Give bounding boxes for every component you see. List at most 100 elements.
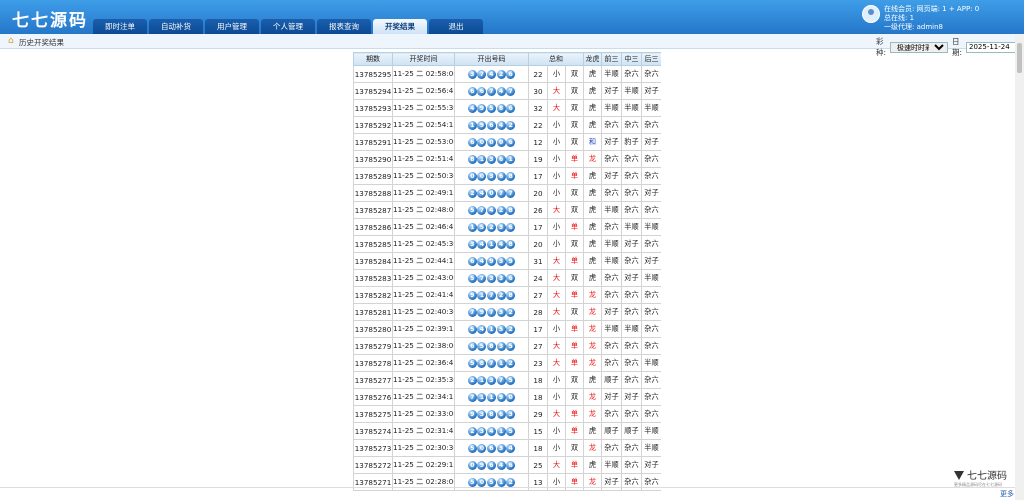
number-ball: 7 [467, 308, 477, 317]
tab-0[interactable]: 即时注单 [93, 19, 147, 34]
mid3-cell: 杂六 [621, 201, 642, 219]
sum-cell: 32 [528, 99, 548, 117]
dragon-tiger-cell: 虎 [583, 65, 602, 83]
number-ball: 8 [496, 104, 506, 113]
sum-cell: 24 [528, 269, 548, 287]
number-ball: 1 [477, 393, 487, 402]
col-draw-time: 开奖时间 [392, 52, 455, 66]
number-ball: 0 [477, 138, 487, 147]
period-cell: 13785276 [353, 388, 393, 406]
period-cell: 13785288 [353, 184, 393, 202]
lottery-label: 彩种: [876, 37, 887, 57]
numbers-cell: 24077 [454, 184, 529, 202]
dragon-tiger-cell: 虎 [583, 269, 602, 287]
scrollbar-thumb[interactable] [1017, 43, 1022, 73]
avatar [862, 5, 880, 23]
parity-cell: 双 [565, 371, 584, 389]
tab-3[interactable]: 个人管理 [261, 19, 315, 34]
number-ball: 0 [506, 393, 516, 402]
mid3-cell: 顺子 [621, 422, 642, 440]
parity-cell: 单 [565, 354, 584, 372]
numbers-cell: 34148 [454, 235, 529, 253]
number-ball: 8 [506, 291, 516, 300]
dragon-tiger-cell: 和 [583, 133, 602, 151]
tab-2[interactable]: 用户管理 [205, 19, 259, 34]
dragon-tiger-cell: 虎 [583, 116, 602, 134]
front3-cell: 杂六 [601, 184, 622, 202]
number-ball: 5 [506, 376, 516, 385]
number-ball: 5 [467, 325, 477, 334]
period-cell: 13785277 [353, 371, 393, 389]
tab-5[interactable]: 开奖结果 [373, 19, 427, 34]
number-ball: 6 [496, 172, 506, 181]
back3-cell: 对子 [641, 82, 661, 100]
number-ball: 2 [496, 70, 506, 79]
page-scrollbar[interactable] [1015, 35, 1024, 500]
front3-cell: 杂六 [601, 116, 622, 134]
number-ball: 3 [467, 70, 477, 79]
number-ball: 8 [477, 359, 487, 368]
sum-cell: 30 [528, 82, 548, 100]
parity-cell: 双 [565, 82, 584, 100]
size-cell: 大 [547, 456, 566, 474]
back3-cell: 杂六 [641, 371, 661, 389]
number-ball: 7 [496, 376, 506, 385]
number-ball: 9 [477, 104, 487, 113]
sum-cell: 29 [528, 405, 548, 423]
size-cell: 大 [547, 201, 566, 219]
page-toolbar: ⌂ 历史开奖结果 彩种: 极速时时彩 日期: [0, 34, 1024, 57]
back3-cell: 杂六 [641, 116, 661, 134]
number-ball: 6 [487, 461, 496, 470]
front3-cell: 半顺 [601, 320, 622, 338]
parity-cell: 单 [565, 405, 584, 423]
period-cell: 13785284 [353, 252, 393, 270]
draw-time-cell: 11-25 二 02:49:15 [392, 184, 455, 202]
number-ball: 5 [467, 478, 477, 487]
dragon-tiger-cell: 虎 [583, 184, 602, 202]
table-row: 13785275 11-25 二 02:33:00 9 3 8 6 3 29 大单龙杂六 杂六 杂六 [353, 405, 661, 423]
number-ball: 3 [477, 410, 487, 419]
front3-cell: 半顺 [601, 65, 622, 83]
number-ball: 1 [496, 427, 506, 436]
number-ball: 4 [477, 257, 487, 266]
sum-cell: 27 [528, 286, 548, 304]
number-ball: 0 [467, 461, 477, 470]
period-cell: 13785295 [353, 65, 393, 83]
parity-cell: 双 [565, 116, 584, 134]
tab-1[interactable]: 自动补货 [149, 19, 203, 34]
more-link[interactable]: 更多 [1000, 489, 1014, 499]
numbers-cell: 15236 [454, 218, 529, 236]
col-numbers: 开出号码 [454, 52, 529, 66]
number-ball: 4 [477, 325, 487, 334]
period-cell: 13785294 [353, 82, 393, 100]
period-cell: 13785273 [353, 439, 393, 457]
numbers-cell: 19642 [454, 116, 529, 134]
back3-cell: 杂六 [641, 167, 661, 185]
number-ball: 5 [467, 274, 477, 283]
number-ball: 5 [477, 342, 487, 351]
period-cell: 13785274 [353, 422, 393, 440]
lottery-select[interactable]: 极速时时彩 [890, 41, 948, 53]
sum-cell: 15 [528, 422, 548, 440]
number-ball: 3 [477, 427, 487, 436]
size-cell: 大 [547, 82, 566, 100]
table-row: 13785290 11-25 二 02:51:45 8 1 3 6 1 19 小单龙杂六 杂六 杂六 [353, 150, 661, 168]
number-ball: 4 [487, 427, 496, 436]
back3-cell: 半顺 [641, 99, 661, 117]
number-ball: 8 [506, 240, 516, 249]
sum-cell: 20 [528, 235, 548, 253]
table-row: 13785278 11-25 二 02:36:45 5 8 7 1 2 23 大单龙杂六 杂六 半顺 [353, 354, 661, 372]
number-ball: 0 [467, 172, 477, 181]
dragon-tiger-cell: 虎 [583, 252, 602, 270]
period-cell: 13785275 [353, 405, 393, 423]
tab-6[interactable]: 退出 [429, 19, 483, 34]
parity-cell: 双 [565, 235, 584, 253]
home-icon[interactable]: ⌂ [8, 37, 17, 46]
tab-4[interactable]: 报表查询 [317, 19, 371, 34]
period-cell: 13785292 [353, 116, 393, 134]
number-ball: 7 [487, 308, 496, 317]
col-mid3: 中三 [621, 52, 642, 66]
draw-time-cell: 11-25 二 02:30:30 [392, 439, 455, 457]
mid3-cell: 杂六 [621, 150, 642, 168]
number-ball: 4 [487, 206, 496, 215]
